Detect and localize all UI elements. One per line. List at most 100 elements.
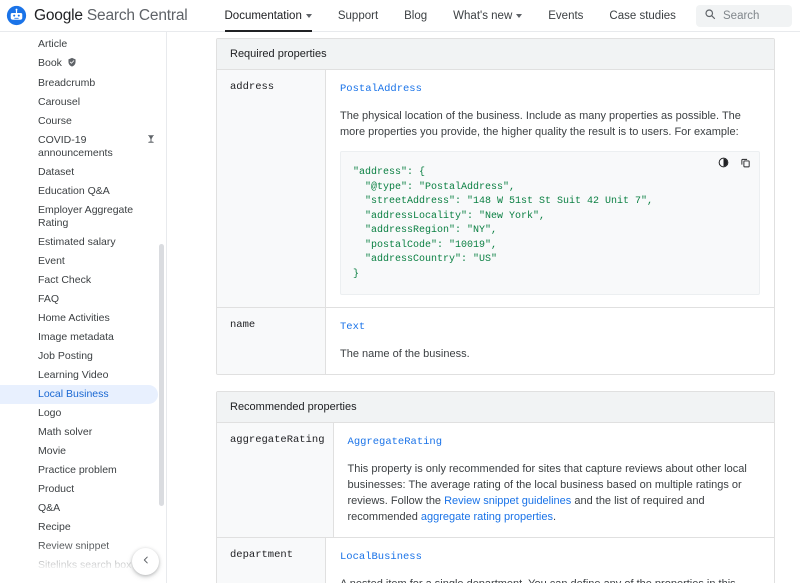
sidebar-item-label: Product [38,483,156,496]
nav-label: Events [548,10,583,22]
sidebar-item-job-posting[interactable]: Job Posting [0,347,166,366]
property-type-link[interactable]: LocalBusiness [340,551,422,563]
sidebar-item-logo[interactable]: Logo [0,404,166,423]
inline-text: . [553,511,556,523]
sidebar-item-label: Education Q&A [38,185,156,198]
sidebar-item-breadcrumb[interactable]: Breadcrumb [0,74,166,93]
property-details: TextThe name of the business. [326,308,774,374]
sidebar-item-label: Estimated salary [38,236,156,249]
sidebar-item-image-metadata[interactable]: Image metadata [0,328,166,347]
sidebar-item-recipe[interactable]: Recipe [0,518,166,537]
chevron-down-icon [516,14,522,18]
nav-item-blog[interactable]: Blog [391,0,440,32]
sidebar-item-label: Logo [38,407,156,420]
sidebar-item-label: Q&A [38,502,156,515]
property-name: department [217,538,326,583]
property-details: AggregateRating This property is only rec… [334,423,774,537]
sidebar-item-dataset[interactable]: Dataset [0,163,166,182]
nav-label: Documentation [225,10,302,22]
sidebar-item-label: COVID-19 announcements [38,134,140,160]
sidebar-item-article[interactable]: Article [0,35,166,54]
sidebar-item-home-activities[interactable]: Home Activities [0,309,166,328]
nav-item-support[interactable]: Support [325,0,391,32]
nav-item-events[interactable]: Events [535,0,596,32]
main-content: Required propertiesaddressPostalAddressT… [167,32,800,583]
code-block: "address": { "@type": "PostalAddress", "… [353,166,747,282]
property-type-link[interactable]: PostalAddress [340,83,422,95]
sidebar-item-math-solver[interactable]: Math solver [0,423,166,442]
brand-google: Google [34,7,83,24]
sidebar-item-label: Article [38,38,156,51]
sidebar-item-label: FAQ [38,293,156,306]
property-description: This property is only recommended for si… [348,461,760,525]
search-icon [704,7,716,25]
code-sample: "address": { "@type": "PostalAddress", "… [340,151,760,295]
sidebar-item-employer-aggregate-rating[interactable]: Employer Aggregate Rating [0,201,166,233]
code-toolbar [718,157,751,168]
sidebar-item-learning-video[interactable]: Learning Video [0,366,166,385]
sidebar-scroll-area[interactable]: Article BookBreadcrumbCarouselCourse COVID… [0,32,166,583]
table-row: aggregateRatingAggregateRatingThis prope… [217,423,774,538]
sidebar-item-label: Local Business [38,388,148,401]
sidebar-item-label: Movie [38,445,156,458]
sidebar-item-carousel[interactable]: Carousel [0,93,166,112]
brand-title: Google Search Central [34,7,188,25]
nav-label: Blog [404,10,427,22]
inline-link[interactable]: aggregate rating properties [421,511,553,523]
table-heading: Required properties [217,39,774,70]
beaker-icon [140,134,156,148]
chevron-left-icon [141,555,151,568]
nav-label: Case studies [609,10,675,22]
sidebar-item-estimated-salary[interactable]: Estimated salary [0,233,166,252]
nav-label: Support [338,10,378,22]
sidebar-item-label: Job Posting [38,350,156,363]
page-body: Article BookBreadcrumbCarouselCourse COVID… [0,32,800,583]
sidebar: Article BookBreadcrumbCarouselCourse COVID… [0,32,167,583]
brand-search-central: Search Central [83,7,188,24]
site-header: Google Search Central Documentation Supp… [0,0,800,32]
sidebar-item-product[interactable]: Product [0,480,166,499]
property-type-link[interactable]: AggregateRating [348,436,443,448]
copy-icon[interactable] [740,157,751,168]
sidebar-item-label: Math solver [38,426,156,439]
sidebar-item-practice-problem[interactable]: Practice problem [0,461,166,480]
sidebar-item-fact-check[interactable]: Fact Check [0,271,166,290]
sidebar-item-label: Learning Video [38,369,156,382]
sidebar-item-label: Practice problem [38,464,156,477]
sidebar-item-movie[interactable]: Movie [0,442,166,461]
sidebar-item-course[interactable]: Course [0,112,166,131]
property-description: A nested item for a single department. Y… [340,576,760,583]
properties-table: Required propertiesaddressPostalAddressT… [216,38,775,375]
chevron-down-icon [306,14,312,18]
inline-link[interactable]: Review snippet guidelines [444,495,571,507]
sidebar-item-event[interactable]: Event [0,252,166,271]
sidebar-item-education-q-a[interactable]: Education Q&A [0,182,166,201]
sidebar-item-faq[interactable]: FAQ [0,290,166,309]
dark-mode-toggle-icon[interactable] [718,157,729,168]
property-details: PostalAddressThe physical location of th… [326,70,774,307]
sidebar-item-label: Employer Aggregate Rating [38,204,156,230]
googlebot-logo-icon [6,5,27,26]
search-placeholder: Search [723,10,759,22]
sidebar-collapse-button[interactable] [132,548,159,575]
property-type-link[interactable]: Text [340,321,365,333]
sidebar-item-label: Dataset [38,166,156,179]
nav-label: What's new [453,10,512,22]
sidebar-item-label: Software App [38,578,156,583]
nav-item-case-studies[interactable]: Case studies [596,0,688,32]
sidebar-scrollbar[interactable] [159,244,164,506]
sidebar-item-q-a[interactable]: Q&A [0,499,166,518]
primary-nav: Documentation Support Blog What's new Ev… [212,0,689,32]
brand[interactable]: Google Search Central [6,5,188,26]
sidebar-item-software-app[interactable]: Software App [0,575,166,583]
nav-item-documentation[interactable]: Documentation [212,0,325,32]
sidebar-item-book[interactable]: Book [0,54,166,74]
sidebar-item-local-business[interactable]: Local Business [0,385,158,404]
search-input[interactable]: Search [696,5,792,27]
table-heading: Recommended properties [217,392,774,423]
sidebar-item-label: Fact Check [38,274,156,287]
property-name: name [217,308,326,374]
nav-item-whats-new[interactable]: What's new [440,0,535,32]
sidebar-item-covid-19-announcements[interactable]: COVID-19 announcements [0,131,166,163]
verified-shield-icon [67,57,77,71]
